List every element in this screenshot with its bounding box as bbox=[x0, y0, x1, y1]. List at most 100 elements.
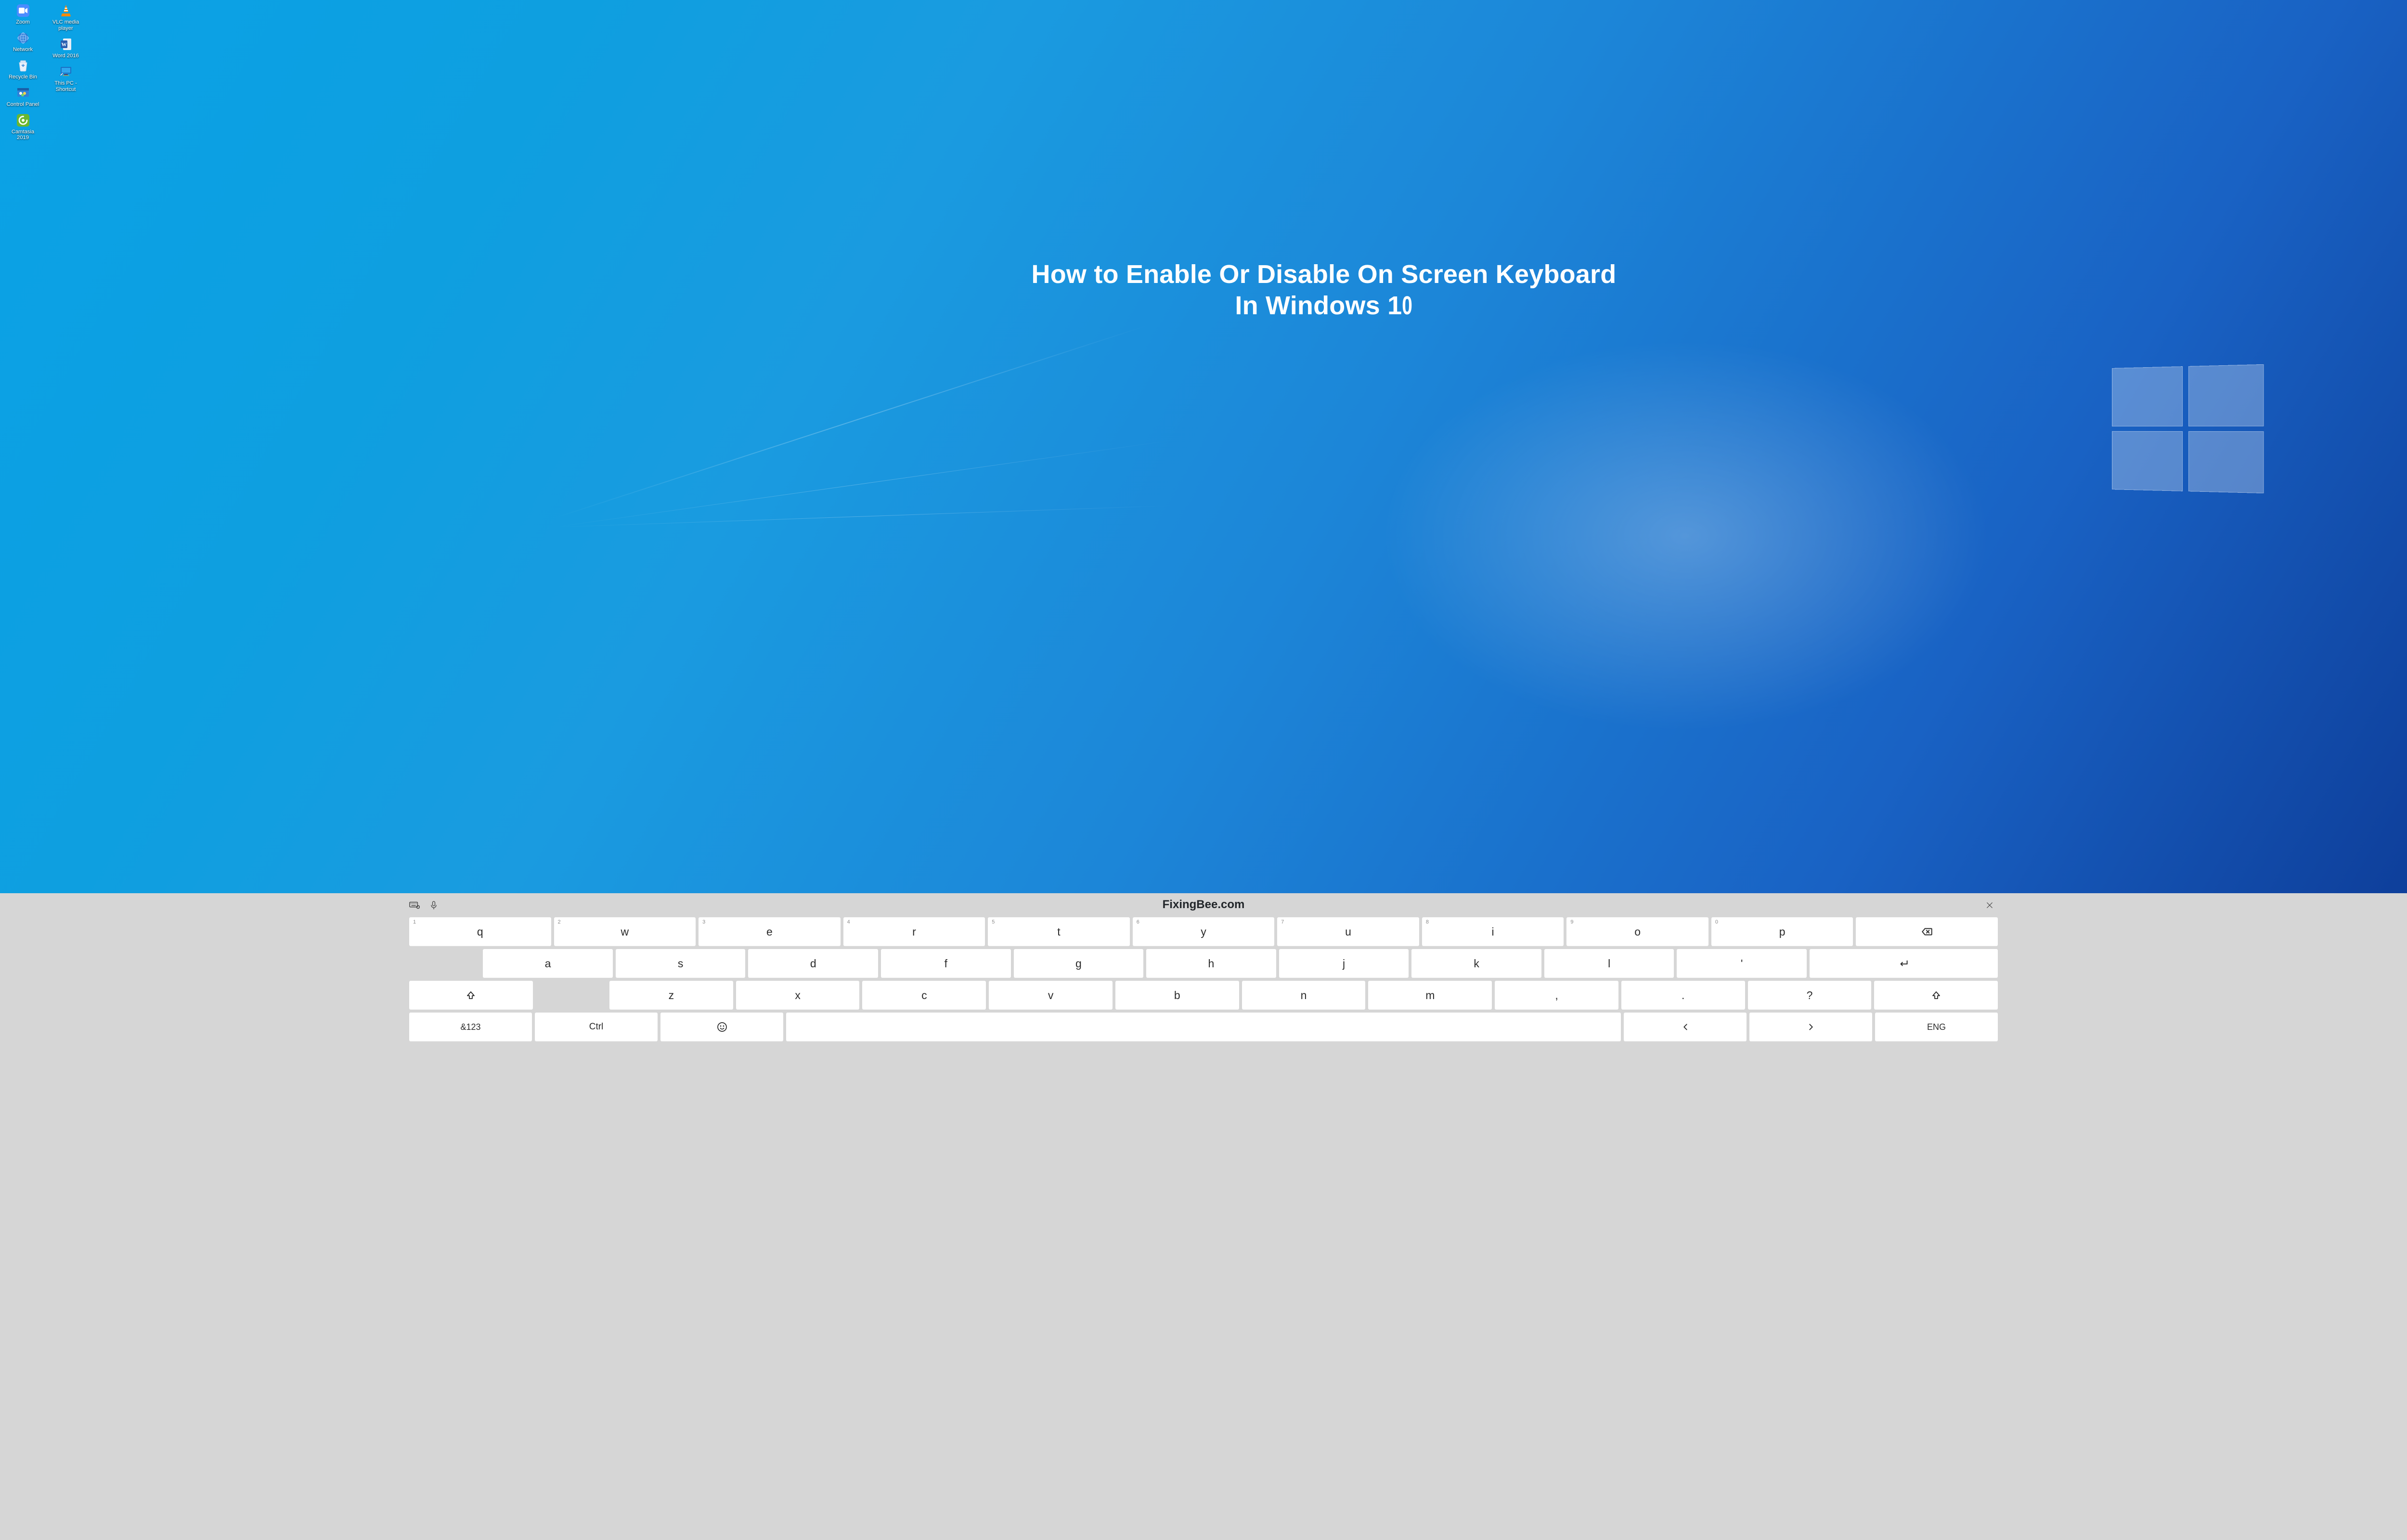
key-d[interactable]: d bbox=[748, 949, 878, 978]
close-keyboard-button[interactable] bbox=[1981, 899, 1998, 911]
desktop-icon-label: Control Panel bbox=[7, 102, 39, 108]
desktop-icon-label: Zoom bbox=[16, 19, 30, 26]
key-label: w bbox=[621, 925, 629, 938]
desktop-icon-vlc[interactable]: VLC media player bbox=[48, 3, 84, 32]
key-label: x bbox=[795, 989, 801, 1002]
key-label: ' bbox=[1741, 957, 1743, 970]
key-question[interactable]: ? bbox=[1748, 981, 1872, 1010]
key-left[interactable] bbox=[1624, 1013, 1747, 1041]
key-l[interactable]: l bbox=[1544, 949, 1674, 978]
desktop-icon-recycle[interactable]: Recycle Bin bbox=[5, 58, 41, 80]
keyboard-topbar: FixingBee.com bbox=[409, 898, 1998, 912]
key-label: m bbox=[1425, 989, 1435, 1002]
backspace-icon bbox=[1921, 925, 1933, 938]
key-label: p bbox=[1779, 925, 1786, 938]
key-g[interactable]: g bbox=[1014, 949, 1144, 978]
key-t[interactable]: 5t bbox=[988, 917, 1130, 946]
key-label: s bbox=[678, 957, 684, 970]
key-p[interactable]: 0p bbox=[1711, 917, 1853, 946]
key-y[interactable]: 6y bbox=[1133, 917, 1275, 946]
enter-icon bbox=[1897, 957, 1910, 970]
key-shift-left[interactable] bbox=[409, 981, 533, 1010]
desktop-icon-zoom[interactable]: Zoom bbox=[5, 3, 41, 26]
light-ray bbox=[554, 440, 1173, 527]
key-u[interactable]: 7u bbox=[1277, 917, 1419, 946]
key-w[interactable]: 2w bbox=[554, 917, 696, 946]
key-j[interactable]: j bbox=[1279, 949, 1409, 978]
key-o[interactable]: 9o bbox=[1566, 917, 1708, 946]
windows-logo-silhouette bbox=[2112, 364, 2264, 493]
key-label: . bbox=[1682, 989, 1684, 1002]
vlc-icon bbox=[58, 3, 74, 18]
key-superscript: 0 bbox=[1715, 919, 1718, 925]
key-space[interactable] bbox=[786, 1013, 1621, 1041]
key-z[interactable]: z bbox=[609, 981, 733, 1010]
key-language[interactable]: ENG bbox=[1875, 1013, 1998, 1041]
key-i[interactable]: 8i bbox=[1422, 917, 1564, 946]
key-right[interactable] bbox=[1749, 1013, 1872, 1041]
key-a[interactable]: a bbox=[483, 949, 613, 978]
key-label: ENG bbox=[1927, 1022, 1946, 1032]
key-apostrophe[interactable]: ' bbox=[1677, 949, 1807, 978]
key-superscript: 1 bbox=[413, 919, 416, 925]
key-label: z bbox=[669, 989, 674, 1002]
shift-icon bbox=[465, 989, 477, 1001]
key-r[interactable]: 4r bbox=[843, 917, 985, 946]
key-label: l bbox=[1608, 957, 1610, 970]
key-label: n bbox=[1301, 989, 1307, 1002]
key-f[interactable]: f bbox=[881, 949, 1011, 978]
keyboard-settings-icon[interactable] bbox=[409, 900, 420, 911]
key-superscript: 7 bbox=[1281, 919, 1284, 925]
desktop-icon-label: Network bbox=[13, 47, 33, 53]
key-label: a bbox=[545, 957, 551, 970]
key-ctrl[interactable]: Ctrl bbox=[535, 1013, 658, 1041]
key-label: k bbox=[1474, 957, 1479, 970]
key-comma[interactable]: , bbox=[1495, 981, 1618, 1010]
key-backspace[interactable] bbox=[1856, 917, 1998, 946]
key-shift-right[interactable] bbox=[1874, 981, 1998, 1010]
key-label: q bbox=[477, 925, 483, 938]
desktop-icon-label: Recycle Bin bbox=[9, 74, 37, 80]
key-superscript: 6 bbox=[1137, 919, 1139, 925]
key-k[interactable]: k bbox=[1411, 949, 1541, 978]
chevron-left-icon bbox=[1679, 1021, 1692, 1033]
key-n[interactable]: n bbox=[1242, 981, 1366, 1010]
light-ray bbox=[554, 505, 1179, 527]
shift-icon bbox=[1930, 989, 1942, 1001]
key-x[interactable]: x bbox=[736, 981, 860, 1010]
key-enter[interactable] bbox=[1810, 949, 1998, 978]
key-numsym[interactable]: &123 bbox=[409, 1013, 532, 1041]
cpl-icon bbox=[15, 85, 31, 101]
network-icon bbox=[15, 30, 31, 46]
key-label: ? bbox=[1807, 989, 1813, 1002]
microphone-icon[interactable] bbox=[428, 900, 439, 911]
key-superscript: 9 bbox=[1570, 919, 1573, 925]
key-c[interactable]: c bbox=[862, 981, 986, 1010]
key-m[interactable]: m bbox=[1368, 981, 1492, 1010]
headline-text: How to Enable Or Disable On Screen Keybo… bbox=[337, 259, 2311, 321]
key-label: e bbox=[766, 925, 773, 938]
desktop-icon-network[interactable]: Network bbox=[5, 30, 41, 53]
keyboard-grid: 1q2w3e4r5t6y7u8i9o0p asdfghjkl' zxcvbnm,… bbox=[409, 917, 1998, 1041]
key-label: , bbox=[1555, 989, 1558, 1002]
key-h[interactable]: h bbox=[1146, 949, 1276, 978]
key-v[interactable]: v bbox=[989, 981, 1113, 1010]
desktop-icon-camtasia[interactable]: Camtasia 2019 bbox=[5, 113, 41, 141]
key-e[interactable]: 3e bbox=[699, 917, 841, 946]
key-s[interactable]: s bbox=[616, 949, 746, 978]
key-superscript: 2 bbox=[558, 919, 561, 925]
svg-text:W: W bbox=[61, 42, 66, 48]
desktop-icon-label: Word 2016 bbox=[52, 53, 79, 59]
key-b[interactable]: b bbox=[1115, 981, 1239, 1010]
key-label: b bbox=[1174, 989, 1180, 1002]
recycle-icon bbox=[15, 58, 31, 73]
zoom-icon bbox=[15, 3, 31, 18]
desktop-wallpaper: Zoom Network Recycle Bin Control Panel Camta… bbox=[0, 0, 2407, 893]
desktop-icon-thispc[interactable]: This PC - Shortcut bbox=[48, 64, 84, 93]
desktop-icon-cpl[interactable]: Control Panel bbox=[5, 85, 41, 108]
desktop-icon-word[interactable]: W Word 2016 bbox=[48, 37, 84, 59]
key-emoji[interactable] bbox=[660, 1013, 783, 1041]
key-period[interactable]: . bbox=[1621, 981, 1745, 1010]
key-label: v bbox=[1048, 989, 1054, 1002]
key-q[interactable]: 1q bbox=[409, 917, 551, 946]
